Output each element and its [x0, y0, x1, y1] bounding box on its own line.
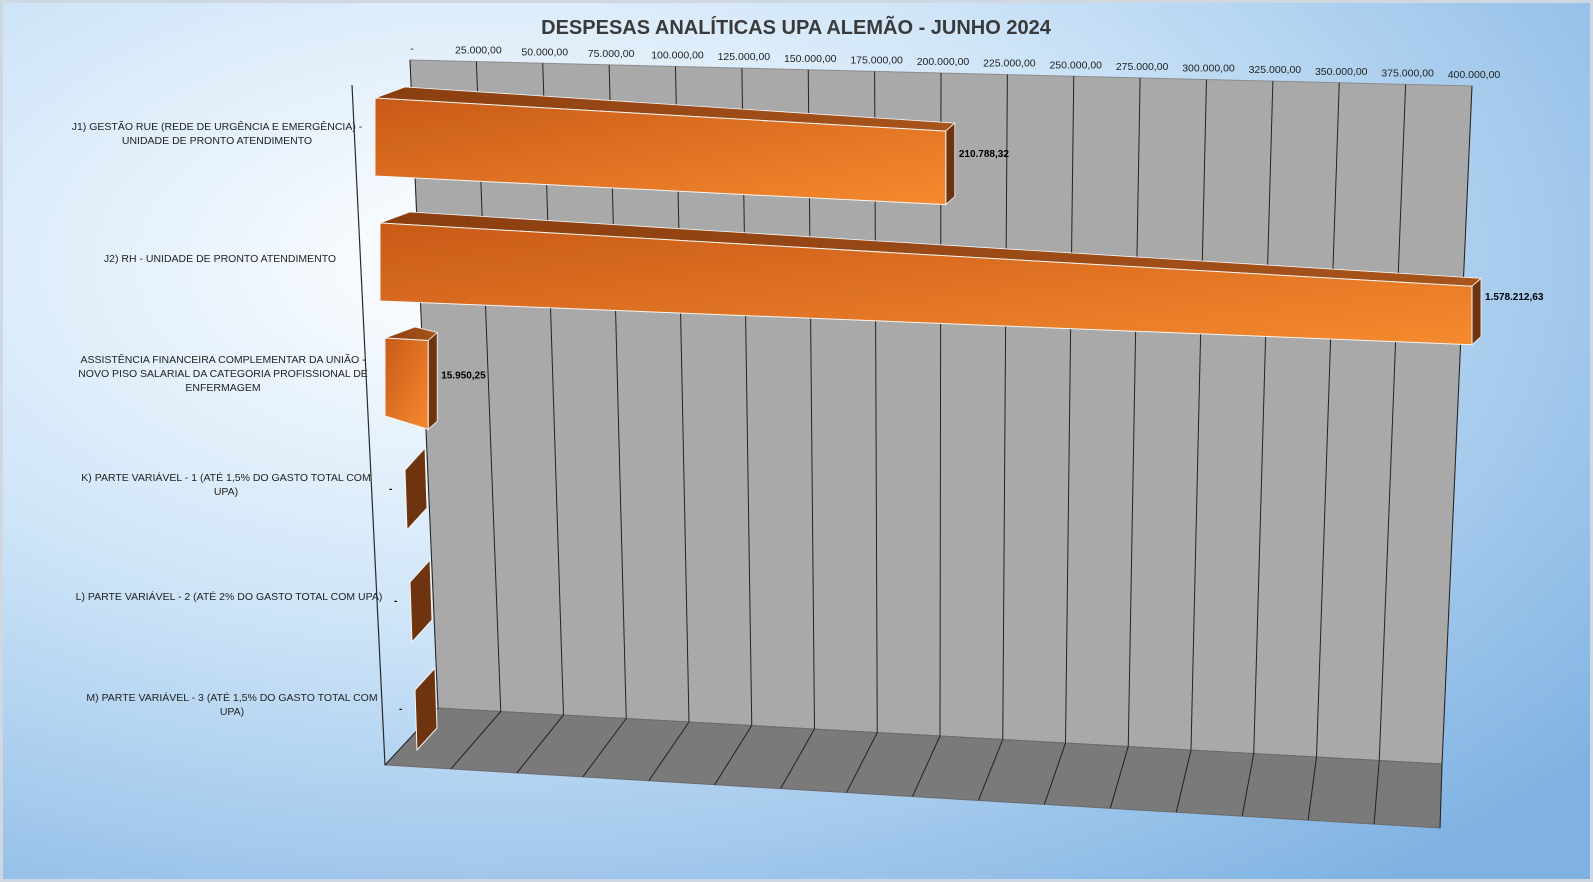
category-label: UPA) — [214, 486, 238, 498]
data-label: - — [399, 704, 402, 715]
x-tick-label: 25.000,00 — [455, 45, 502, 57]
x-tick-label: 400.000,00 — [1448, 69, 1501, 81]
data-label: - — [389, 484, 392, 495]
bar-side-face — [427, 331, 438, 431]
data-label: - — [394, 596, 397, 607]
bar-side-face — [945, 122, 956, 206]
x-tick-label: - — [410, 43, 414, 55]
category-label: UNIDADE DE PRONTO ATENDIMENTO — [122, 135, 312, 147]
x-tick-label: 325.000,00 — [1249, 64, 1302, 76]
x-tick-label: 300.000,00 — [1182, 63, 1235, 75]
data-label: 15.950,25 — [441, 371, 486, 382]
x-tick-label: 275.000,00 — [1116, 61, 1169, 73]
category-label: K) PARTE VARIÁVEL - 1 (ATÉ 1,5% DO GASTO… — [81, 471, 370, 484]
x-tick-label: 150.000,00 — [784, 53, 837, 65]
data-label: 1.578.212,63 — [1485, 292, 1544, 303]
category-label: M) PARTE VARIÁVEL - 3 (ATÉ 1,5% DO GASTO… — [86, 691, 377, 704]
chart-frame: - 25.000,00 50.000,00 75.000,00 100.000,00 12… — [0, 0, 1593, 882]
bar-side-face — [1471, 277, 1482, 346]
category-label: UPA) — [220, 706, 244, 718]
x-tick-label: 375.000,00 — [1381, 67, 1434, 79]
x-tick-label: 250.000,00 — [1049, 59, 1102, 71]
x-tick-label: 100.000,00 — [651, 50, 704, 62]
category-label: J2) RH - UNIDADE DE PRONTO ATENDIMENTO — [104, 253, 336, 265]
category-label: ENFERMAGEM — [185, 382, 260, 394]
x-tick-label: 75.000,00 — [588, 48, 635, 60]
category-label: J1) GESTÃO RUE (REDE DE URGÊNCIA E EMERG… — [72, 120, 363, 133]
category-label: L) PARTE VARIÁVEL - 2 (ATÉ 2% DO GASTO T… — [76, 590, 383, 603]
category-label: ASSISTÊNCIA FINANCEIRA COMPLEMENTAR DA U… — [80, 353, 366, 366]
x-tick-label: 200.000,00 — [917, 56, 970, 68]
x-tick-label: 175.000,00 — [850, 54, 903, 66]
bar-3 — [384, 326, 439, 431]
chart-title: DESPESAS ANALÍTICAS UPA ALEMÃO - JUNHO 2… — [541, 16, 1052, 39]
x-tick-label: 50.000,00 — [521, 46, 568, 58]
bar-front-face — [384, 337, 429, 430]
x-tick-label: 125.000,00 — [718, 51, 771, 63]
x-tick-label: 350.000,00 — [1315, 66, 1368, 78]
x-tick-label: 225.000,00 — [983, 58, 1036, 70]
category-label: NOVO PISO SALARIAL DA CATEGORIA PROFISSI… — [78, 368, 368, 380]
chart-canvas: - 25.000,00 50.000,00 75.000,00 100.000,00 12… — [0, 0, 1593, 882]
data-label: 210.788,32 — [959, 149, 1009, 160]
